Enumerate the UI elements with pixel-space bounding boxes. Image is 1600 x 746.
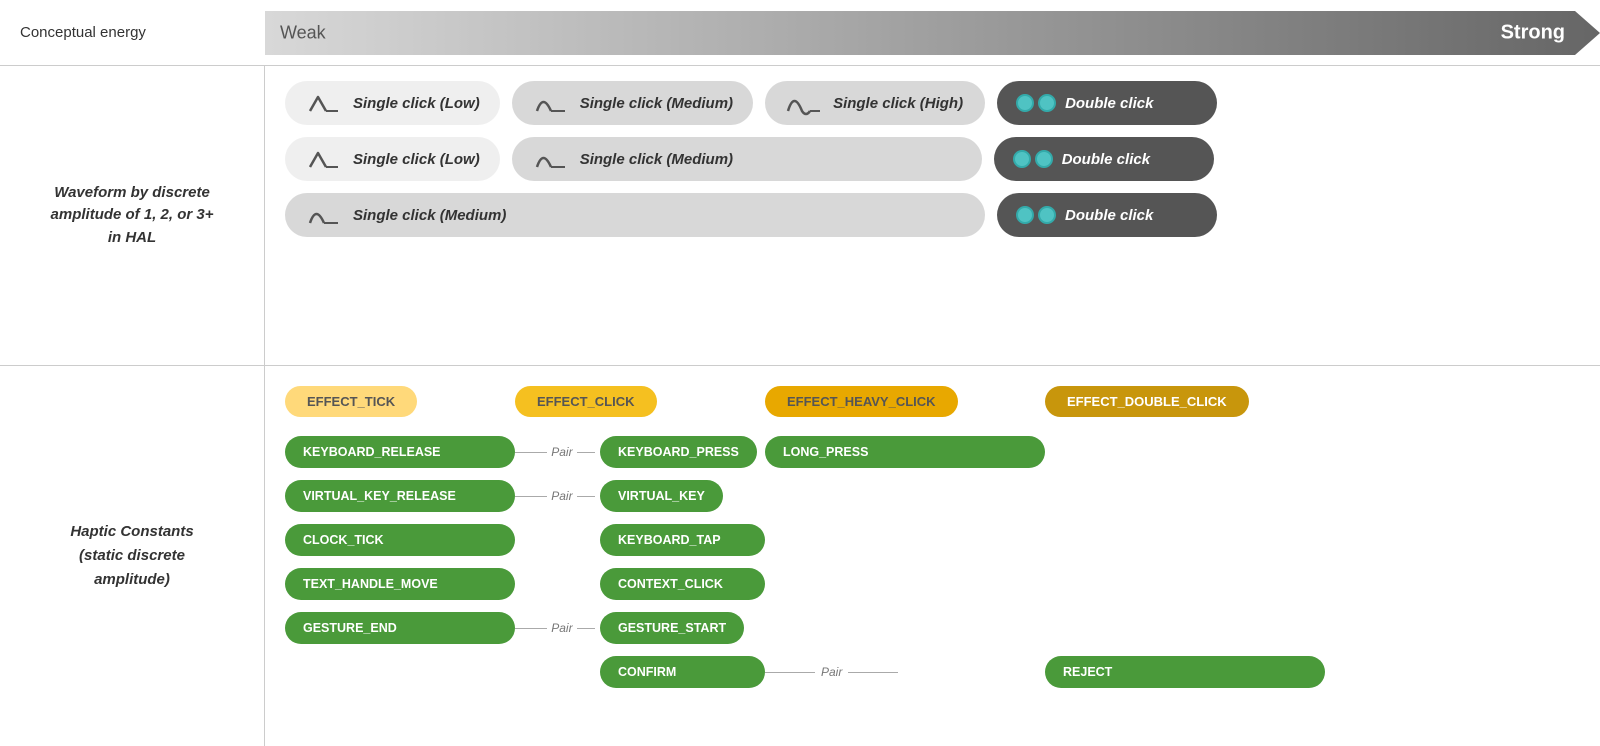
- wf-single-medium-2: Single click (Medium): [512, 137, 982, 181]
- keyboard-press-badge: KEYBOARD_PRESS: [600, 436, 757, 468]
- keyboard-release-badge: KEYBOARD_RELEASE: [285, 436, 515, 468]
- context-click-badge: CONTEXT_CLICK: [600, 568, 765, 600]
- waveform-row-1: Single click (Low) Single click (Medium): [285, 81, 1580, 125]
- virtual-key-row: VIRTUAL_KEY_RELEASE Pair VIRTUAL_KEY: [285, 480, 1580, 512]
- gesture-start-badge: GESTURE_START: [600, 612, 744, 644]
- medium-wave-icon-2: [532, 145, 570, 173]
- haptic-section: EFFECT_TICK EFFECT_CLICK EFFECT_HEAVY_CL…: [265, 365, 1600, 746]
- wf-single-low-2: Single click (Low): [285, 137, 500, 181]
- energy-row: Weak Strong: [265, 0, 1600, 65]
- effect-double-click-badge: EFFECT_DOUBLE_CLICK: [1045, 386, 1249, 417]
- medium-wave-icon: [532, 89, 570, 117]
- confirm-reject-row: CONFIRM Pair REJECT: [285, 656, 1580, 688]
- right-content: Weak Strong Single click (Low): [265, 0, 1600, 746]
- wf-single-medium-1: Single click (Medium): [512, 81, 753, 125]
- wf-double-click-3: Double click: [997, 193, 1217, 237]
- wf-label: Double click: [1062, 151, 1150, 168]
- pair-label-virtual-key: Pair: [551, 489, 572, 503]
- keyboard-tap-badge: KEYBOARD_TAP: [600, 524, 765, 556]
- wf-label: Single click (High): [833, 95, 963, 112]
- clock-keyboard-tap-row: CLOCK_TICK KEYBOARD_TAP: [285, 524, 1580, 556]
- left-labels: Conceptual energy Waveform by discreteam…: [0, 0, 265, 746]
- clock-tick-badge: CLOCK_TICK: [285, 524, 515, 556]
- energy-strong-label: Strong: [1501, 21, 1565, 44]
- wf-label: Double click: [1065, 95, 1153, 112]
- long-press-badge: LONG_PRESS: [765, 436, 1045, 468]
- main-container: Conceptual energy Waveform by discreteam…: [0, 0, 1600, 746]
- virtual-key-release-badge: VIRTUAL_KEY_RELEASE: [285, 480, 515, 512]
- conceptual-energy-label-area: Conceptual energy: [0, 0, 265, 65]
- wf-double-click-1: Double click: [997, 81, 1217, 125]
- reject-badge: REJECT: [1045, 656, 1325, 688]
- pair-label-keyboard: Pair: [551, 445, 572, 459]
- low-wave-icon: [305, 89, 343, 117]
- effects-row: EFFECT_TICK EFFECT_CLICK EFFECT_HEAVY_CL…: [285, 386, 1580, 417]
- waveform-row-3: Single click (Medium) Double click: [285, 193, 1580, 237]
- double-dots-icon-1: [1017, 89, 1055, 117]
- waveform-row-2: Single click (Low) Single click (Medium): [285, 137, 1580, 181]
- wf-single-low-1: Single click (Low): [285, 81, 500, 125]
- gesture-row: GESTURE_END Pair GESTURE_START: [285, 612, 1580, 644]
- wf-label: Double click: [1065, 207, 1153, 224]
- double-dots-icon-3: [1017, 201, 1055, 229]
- low-wave-icon-2: [305, 145, 343, 173]
- waveform-label-area: Waveform by discreteamplitude of 1, 2, o…: [0, 65, 265, 365]
- wf-label: Single click (Medium): [353, 207, 506, 224]
- wf-label: Single click (Low): [353, 95, 480, 112]
- wf-single-high-1: Single click (High): [765, 81, 985, 125]
- medium-wave-icon-3: [305, 201, 343, 229]
- waveform-section: Single click (Low) Single click (Medium): [265, 65, 1600, 365]
- text-handle-move-badge: TEXT_HANDLE_MOVE: [285, 568, 515, 600]
- keyboard-row: KEYBOARD_RELEASE Pair KEYBOARD_PRESS LON…: [285, 436, 1580, 468]
- confirm-badge: CONFIRM: [600, 656, 765, 688]
- haptic-label: Haptic Constants(static discreteamplitud…: [70, 520, 193, 592]
- double-dots-icon-2: [1014, 145, 1052, 173]
- pair-label-confirm: Pair: [815, 665, 848, 679]
- high-wave-icon: [785, 89, 823, 117]
- energy-arrow-svg: [265, 11, 1600, 55]
- waveform-label: Waveform by discreteamplitude of 1, 2, o…: [51, 182, 214, 250]
- wf-double-click-2: Double click: [994, 137, 1214, 181]
- pair-label-gesture: Pair: [551, 621, 572, 635]
- virtual-key-badge: VIRTUAL_KEY: [600, 480, 723, 512]
- constants-grid: KEYBOARD_RELEASE Pair KEYBOARD_PRESS LON…: [285, 436, 1580, 688]
- text-handle-context-row: TEXT_HANDLE_MOVE CONTEXT_CLICK: [285, 568, 1580, 600]
- gesture-end-badge: GESTURE_END: [285, 612, 515, 644]
- conceptual-energy-label: Conceptual energy: [20, 24, 146, 41]
- haptic-label-area: Haptic Constants(static discreteamplitud…: [0, 365, 265, 746]
- effect-click-badge: EFFECT_CLICK: [515, 386, 657, 417]
- effect-tick-badge: EFFECT_TICK: [285, 386, 417, 417]
- wf-label: Single click (Low): [353, 151, 480, 168]
- effect-heavy-click-badge: EFFECT_HEAVY_CLICK: [765, 386, 958, 417]
- wf-single-medium-3: Single click (Medium): [285, 193, 985, 237]
- wf-label: Single click (Medium): [580, 151, 733, 168]
- wf-label: Single click (Medium): [580, 95, 733, 112]
- energy-weak-label: Weak: [280, 22, 326, 43]
